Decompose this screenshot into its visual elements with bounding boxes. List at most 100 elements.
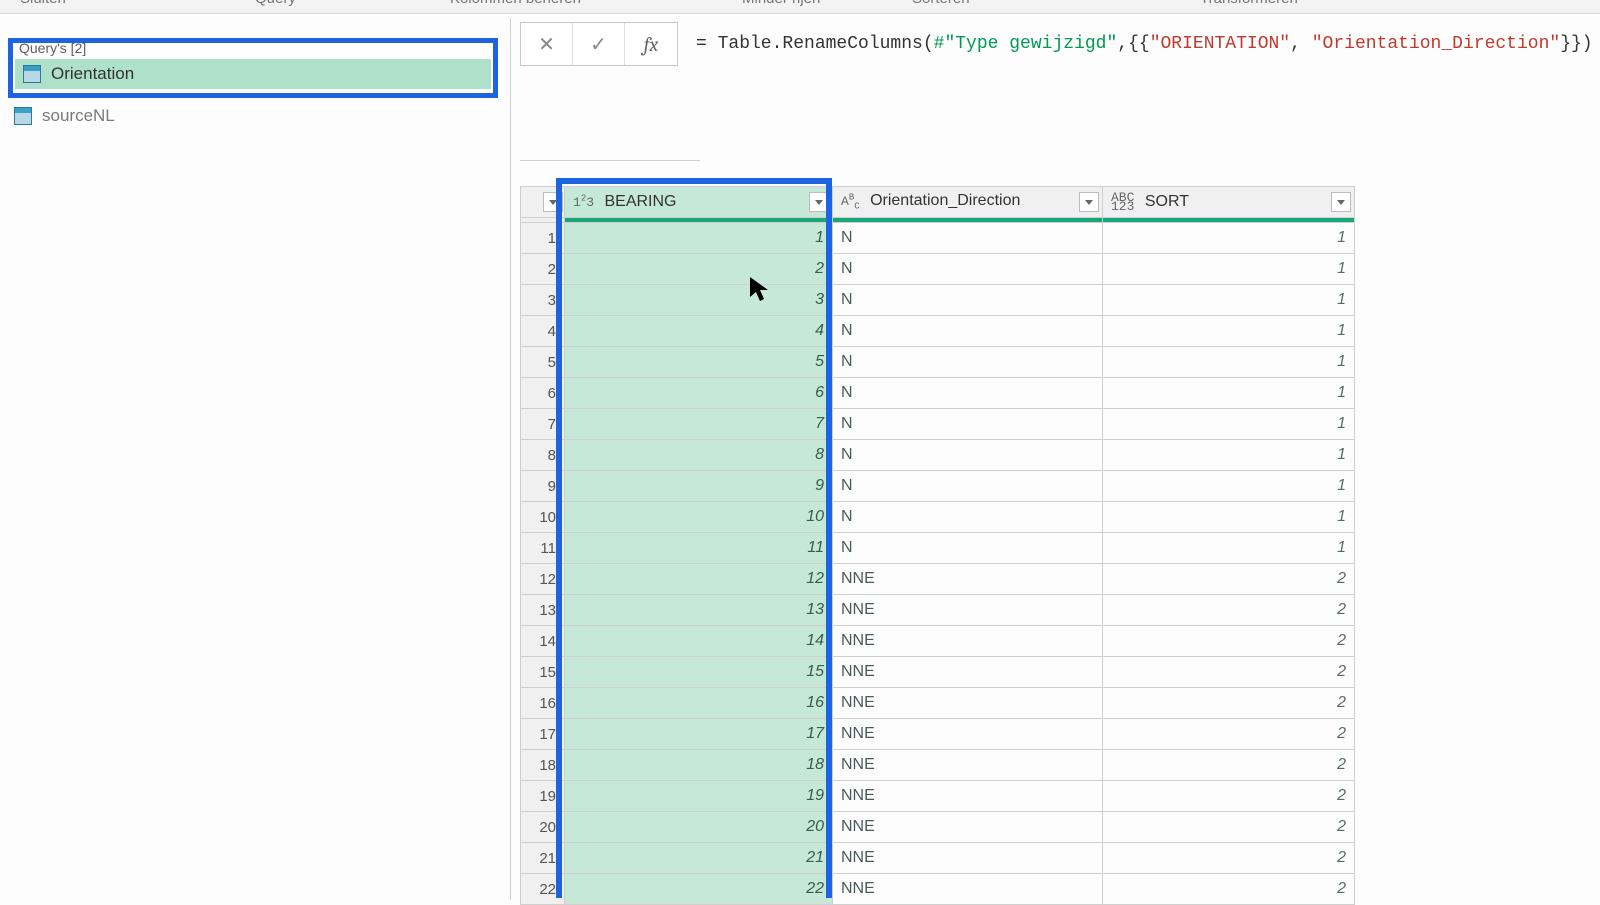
chevron-down-icon[interactable] [809,192,829,212]
table-row[interactable]: 33N1 [521,285,1355,316]
row-number[interactable]: 2 [521,254,565,285]
cell-sort[interactable]: 1 [1103,223,1355,254]
query-item-sourcenl[interactable]: sourceNL [14,106,115,126]
cell-sort[interactable]: 1 [1103,347,1355,378]
cell-orientation[interactable]: NNE [833,564,1103,595]
cell-orientation[interactable]: NNE [833,719,1103,750]
cell-sort[interactable]: 2 [1103,719,1355,750]
cell-sort[interactable]: 2 [1103,781,1355,812]
cell-orientation[interactable]: N [833,409,1103,440]
table-row[interactable]: 44N1 [521,316,1355,347]
table-row[interactable]: 1818NNE2 [521,750,1355,781]
cell-orientation[interactable]: N [833,285,1103,316]
cell-bearing[interactable]: 1 [565,223,833,254]
row-number[interactable]: 17 [521,719,565,750]
row-number[interactable]: 12 [521,564,565,595]
cell-sort[interactable]: 1 [1103,533,1355,564]
table-row[interactable]: 77N1 [521,409,1355,440]
cell-bearing[interactable]: 15 [565,657,833,688]
row-number[interactable]: 14 [521,626,565,657]
cell-sort[interactable]: 2 [1103,564,1355,595]
ribbon-transformeren[interactable]: Transformeren [1200,0,1298,7]
chevron-down-icon[interactable] [1331,192,1351,212]
row-number[interactable]: 21 [521,843,565,874]
cell-orientation[interactable]: NNE [833,657,1103,688]
ribbon-minder[interactable]: Minder rijen [742,0,820,7]
row-number[interactable]: 15 [521,657,565,688]
row-number[interactable]: 5 [521,347,565,378]
column-header-orientation[interactable]: ABC Orientation_Direction [833,187,1103,218]
table-row[interactable]: 1515NNE2 [521,657,1355,688]
column-header-sort[interactable]: ABC123 SORT [1103,187,1355,218]
table-corner[interactable] [521,187,565,218]
table-row[interactable]: 1616NNE2 [521,688,1355,719]
cell-orientation[interactable]: N [833,316,1103,347]
cell-bearing[interactable]: 18 [565,750,833,781]
cell-orientation[interactable]: NNE [833,812,1103,843]
row-number[interactable]: 13 [521,595,565,626]
row-number[interactable]: 11 [521,533,565,564]
cell-orientation[interactable]: N [833,254,1103,285]
column-header-bearing[interactable]: 123 BEARING [565,187,833,218]
table-row[interactable]: 11N1 [521,223,1355,254]
cell-sort[interactable]: 1 [1103,409,1355,440]
row-number[interactable]: 4 [521,316,565,347]
cell-orientation[interactable]: NNE [833,750,1103,781]
formula-confirm-button[interactable]: ✓ [573,23,625,65]
cell-bearing[interactable]: 16 [565,688,833,719]
chevron-down-icon[interactable] [1079,192,1099,212]
table-row[interactable]: 1919NNE2 [521,781,1355,812]
formula-text[interactable]: = Table.RenameColumns(#"Type gewijzigd",… [696,34,1593,54]
cell-bearing[interactable]: 14 [565,626,833,657]
cell-bearing[interactable]: 11 [565,533,833,564]
table-row[interactable]: 2121NNE2 [521,843,1355,874]
row-number[interactable]: 19 [521,781,565,812]
cell-sort[interactable]: 1 [1103,502,1355,533]
cell-orientation[interactable]: NNE [833,595,1103,626]
cell-bearing[interactable]: 8 [565,440,833,471]
table-row[interactable]: 1313NNE2 [521,595,1355,626]
row-number[interactable]: 6 [521,378,565,409]
ribbon-query[interactable]: Query [255,0,296,7]
row-number[interactable]: 20 [521,812,565,843]
cell-sort[interactable]: 1 [1103,285,1355,316]
cell-bearing[interactable]: 17 [565,719,833,750]
table-row[interactable]: 88N1 [521,440,1355,471]
table-row[interactable]: 99N1 [521,471,1355,502]
cell-sort[interactable]: 2 [1103,657,1355,688]
ribbon-kolommen[interactable]: Kolommen beheren [450,0,581,7]
cell-sort[interactable]: 2 [1103,750,1355,781]
ribbon-sorteren[interactable]: Sorteren [912,0,970,7]
row-number[interactable]: 9 [521,471,565,502]
row-number[interactable]: 1 [521,223,565,254]
table-row[interactable]: 66N1 [521,378,1355,409]
row-number[interactable]: 3 [521,285,565,316]
table-row[interactable]: 1414NNE2 [521,626,1355,657]
cell-bearing[interactable]: 20 [565,812,833,843]
cell-orientation[interactable]: N [833,223,1103,254]
cell-sort[interactable]: 2 [1103,688,1355,719]
cell-bearing[interactable]: 5 [565,347,833,378]
cell-sort[interactable]: 1 [1103,316,1355,347]
cell-sort[interactable]: 2 [1103,812,1355,843]
cell-bearing[interactable]: 9 [565,471,833,502]
cell-orientation[interactable]: N [833,502,1103,533]
table-row[interactable]: 2020NNE2 [521,812,1355,843]
row-number[interactable]: 16 [521,688,565,719]
cell-bearing[interactable]: 12 [565,564,833,595]
cell-sort[interactable]: 1 [1103,440,1355,471]
cell-orientation[interactable]: NNE [833,688,1103,719]
table-row[interactable]: 22N1 [521,254,1355,285]
row-number[interactable]: 7 [521,409,565,440]
cell-sort[interactable]: 2 [1103,843,1355,874]
cell-orientation[interactable]: N [833,471,1103,502]
row-number[interactable]: 10 [521,502,565,533]
cell-orientation[interactable]: N [833,347,1103,378]
cell-orientation[interactable]: NNE [833,781,1103,812]
ribbon-sluiten[interactable]: Sluiten [20,0,66,7]
cell-bearing[interactable]: 21 [565,843,833,874]
cell-sort[interactable]: 1 [1103,378,1355,409]
cell-bearing[interactable]: 7 [565,409,833,440]
cell-orientation[interactable]: NNE [833,843,1103,874]
fx-icon[interactable]: fx [625,33,677,56]
